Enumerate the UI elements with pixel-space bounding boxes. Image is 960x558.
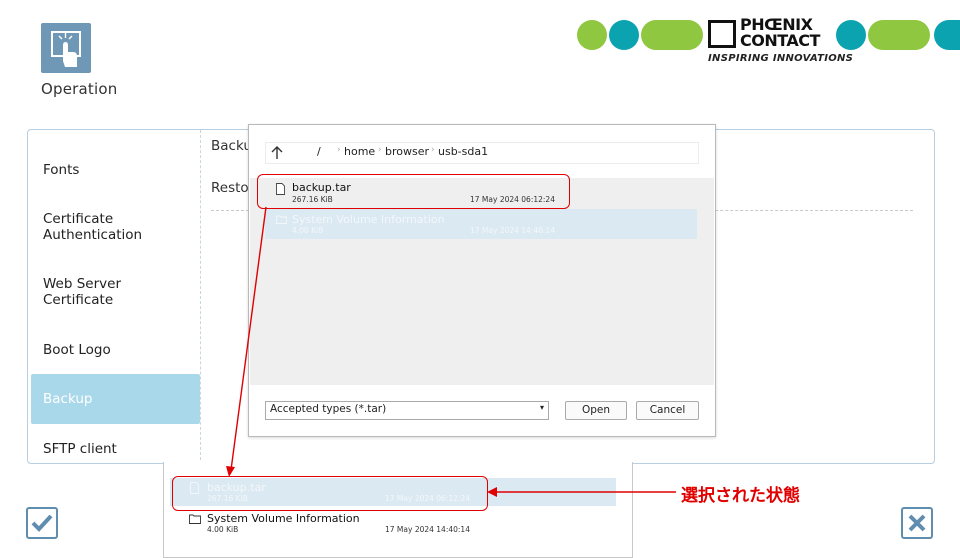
check-icon	[31, 514, 53, 532]
confirm-button[interactable]	[26, 507, 58, 539]
annotation-arrows	[226, 206, 676, 497]
close-x-icon	[908, 514, 926, 532]
close-button[interactable]	[901, 507, 933, 539]
annotation-label: 選択された状態	[681, 486, 800, 506]
